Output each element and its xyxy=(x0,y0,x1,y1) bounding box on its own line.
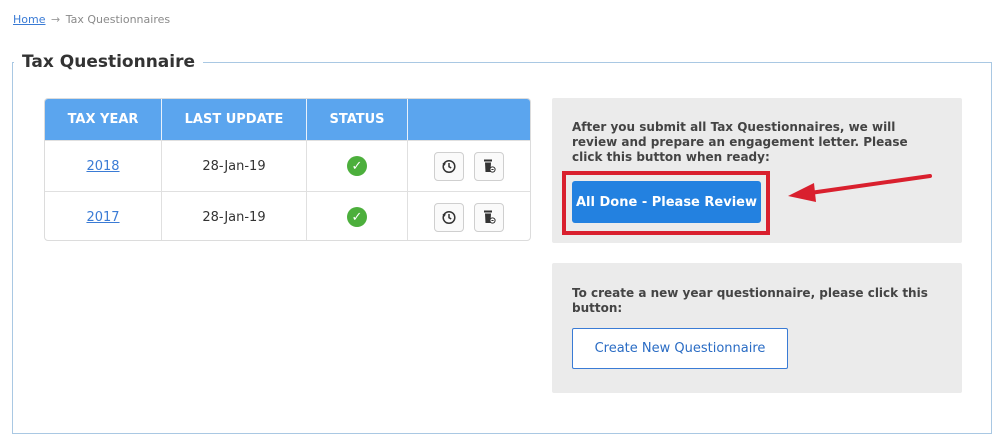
history-button[interactable] xyxy=(434,202,464,232)
history-icon xyxy=(442,210,456,225)
col-actions xyxy=(408,99,530,140)
review-panel-text: After you submit all Tax Questionnaires,… xyxy=(572,120,908,164)
breadcrumb-home-link[interactable]: Home xyxy=(13,13,45,26)
create-panel-text: To create a new year questionnaire, plea… xyxy=(572,286,928,315)
table-row: 2017 28-Jan-19 ✓ xyxy=(45,191,530,240)
table-row: 2018 28-Jan-19 ✓ xyxy=(45,140,530,191)
all-done-review-button[interactable]: All Done - Please Review xyxy=(572,181,761,223)
breadcrumb: Home → Tax Questionnaires xyxy=(13,13,170,26)
questionnaire-table: TAX YEAR LAST UPDATE STATUS 2018 28-Jan-… xyxy=(44,98,531,241)
check-circle-icon: ✓ xyxy=(347,156,367,176)
last-update-cell: 28-Jan-19 xyxy=(162,141,307,191)
tax-year-link[interactable]: 2017 xyxy=(86,210,119,225)
delete-icon xyxy=(484,210,496,224)
col-tax-year: TAX YEAR xyxy=(45,99,162,140)
section-title: Tax Questionnaire xyxy=(14,52,204,72)
breadcrumb-separator: → xyxy=(50,13,61,26)
arrow-annotation xyxy=(788,174,932,202)
table-header: TAX YEAR LAST UPDATE STATUS xyxy=(45,99,530,140)
delete-button[interactable] xyxy=(474,202,504,232)
history-icon xyxy=(442,159,456,174)
col-status: STATUS xyxy=(307,99,408,140)
delete-button[interactable] xyxy=(474,151,504,181)
create-new-questionnaire-button[interactable]: Create New Questionnaire xyxy=(572,328,788,369)
delete-icon xyxy=(484,159,496,173)
breadcrumb-current: Tax Questionnaires xyxy=(65,13,171,26)
last-update-cell: 28-Jan-19 xyxy=(162,192,307,240)
tax-year-link[interactable]: 2018 xyxy=(86,159,119,174)
check-circle-icon: ✓ xyxy=(347,207,367,227)
col-last-update: LAST UPDATE xyxy=(162,99,307,140)
history-button[interactable] xyxy=(434,151,464,181)
